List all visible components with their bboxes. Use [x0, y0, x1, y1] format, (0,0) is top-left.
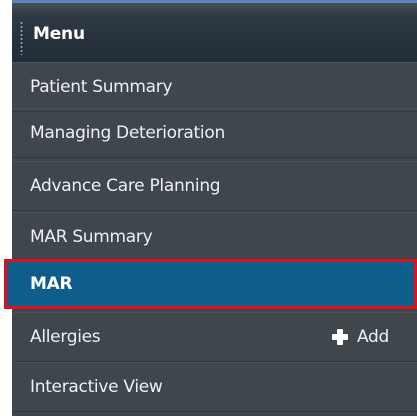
menu-panel: Menu Patient Summary Managing Deteriorat… [4, 0, 417, 416]
menu-item-label: MAR [30, 274, 73, 294]
plus-icon [331, 329, 348, 345]
add-allergy-button[interactable]: Add [331, 313, 389, 361]
menu-item-label: Interactive View [30, 377, 163, 397]
menu-item-managing-deterioration[interactable]: Managing Deterioration [12, 108, 417, 158]
menu-item-advance-care-planning[interactable]: Advance Care Planning [12, 161, 417, 211]
drag-grip-icon[interactable] [20, 21, 23, 55]
menu-item-label: Managing Deterioration [30, 123, 225, 143]
menu-item-label: MAR Summary [30, 227, 153, 247]
menu-title: Menu [33, 24, 85, 44]
menu-item-interactive-view[interactable]: Interactive View [12, 362, 417, 412]
add-label: Add [356, 327, 389, 347]
menu-header: Menu [12, 0, 417, 62]
menu-item-label: Patient Summary [30, 77, 173, 97]
menu-item-allergies[interactable]: Allergies Add [12, 312, 417, 362]
menu-item-label: Advance Care Planning [30, 176, 221, 196]
menu-item-mar[interactable]: MAR [4, 259, 417, 309]
menu-item-mar-summary[interactable]: MAR Summary [12, 212, 417, 262]
menu-item-label: Allergies [30, 327, 101, 347]
menu-item-patient-summary[interactable]: Patient Summary [12, 62, 417, 112]
